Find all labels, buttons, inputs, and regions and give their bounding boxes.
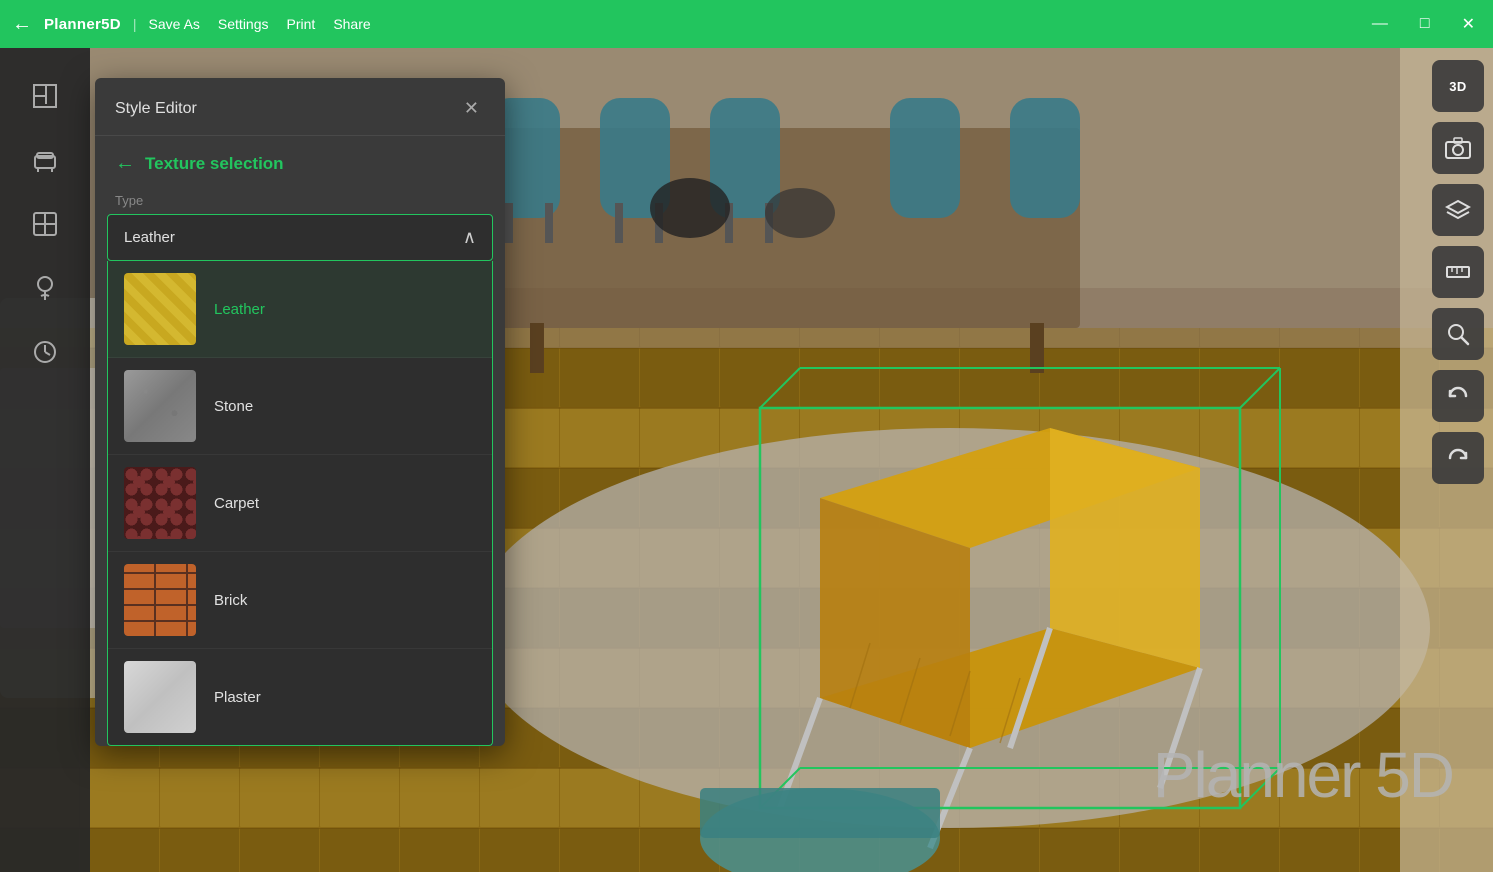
type-label: Type bbox=[95, 183, 505, 214]
minimize-button[interactable]: — bbox=[1366, 13, 1394, 35]
texture-back-button[interactable]: ← bbox=[115, 152, 135, 175]
texture-item-carpet[interactable]: Carpet bbox=[108, 455, 492, 552]
sidebar-item-furniture[interactable] bbox=[17, 132, 73, 188]
window-controls: — □ ✕ bbox=[1366, 12, 1481, 36]
sidebar-item-windows[interactable] bbox=[17, 196, 73, 252]
texture-selection-title: Texture selection bbox=[145, 154, 284, 174]
dropdown-row[interactable]: Leather ∧ bbox=[108, 215, 492, 260]
undo-button[interactable] bbox=[1432, 370, 1484, 422]
style-editor-header: Style Editor ✕ bbox=[95, 78, 505, 136]
redo-button[interactable] bbox=[1432, 432, 1484, 484]
left-sidebar bbox=[0, 48, 90, 872]
camera-button[interactable] bbox=[1432, 122, 1484, 174]
chevron-up-icon: ∧ bbox=[463, 227, 476, 248]
back-button[interactable]: ← bbox=[12, 13, 32, 36]
style-editor-close-button[interactable]: ✕ bbox=[458, 96, 485, 121]
texture-name-carpet: Carpet bbox=[214, 495, 259, 512]
title-bar: ← Planner5D | Save As Settings Print Sha… bbox=[0, 0, 1493, 48]
texture-thumb-plaster bbox=[124, 661, 196, 733]
texture-selection-header: ← Texture selection bbox=[95, 136, 505, 183]
menu-bar: Save As Settings Print Share bbox=[149, 16, 371, 32]
style-editor-title: Style Editor bbox=[115, 100, 197, 118]
title-separator: | bbox=[133, 16, 137, 32]
main-area: Planner 5D bbox=[0, 48, 1493, 872]
menu-settings[interactable]: Settings bbox=[218, 16, 269, 32]
texture-thumb-carpet bbox=[124, 467, 196, 539]
menu-share[interactable]: Share bbox=[333, 16, 370, 32]
app-name: Planner5D bbox=[44, 16, 121, 33]
texture-item-leather[interactable]: Leather bbox=[108, 261, 492, 358]
texture-thumb-stone bbox=[124, 370, 196, 442]
texture-name-stone: Stone bbox=[214, 398, 253, 415]
ruler-button[interactable] bbox=[1432, 246, 1484, 298]
menu-save-as[interactable]: Save As bbox=[149, 16, 200, 32]
style-editor-panel: Style Editor ✕ ← Texture selection Type … bbox=[95, 78, 505, 746]
texture-item-brick[interactable]: Brick bbox=[108, 552, 492, 649]
sidebar-item-floorplan[interactable] bbox=[17, 68, 73, 124]
close-button[interactable]: ✕ bbox=[1456, 12, 1481, 36]
layers-button[interactable] bbox=[1432, 184, 1484, 236]
texture-list: Leather Stone Carpet Brick Plaster bbox=[107, 261, 493, 746]
maximize-button[interactable]: □ bbox=[1414, 13, 1436, 35]
texture-item-stone[interactable]: Stone bbox=[108, 358, 492, 455]
texture-item-plaster[interactable]: Plaster bbox=[108, 649, 492, 745]
texture-name-leather: Leather bbox=[214, 301, 265, 318]
menu-print[interactable]: Print bbox=[287, 16, 316, 32]
texture-name-brick: Brick bbox=[214, 592, 247, 609]
dropdown-value: Leather bbox=[124, 229, 175, 246]
sidebar-item-history[interactable] bbox=[17, 324, 73, 380]
type-dropdown[interactable]: Leather ∧ bbox=[107, 214, 493, 261]
sidebar-item-plants[interactable] bbox=[17, 260, 73, 316]
texture-thumb-leather bbox=[124, 273, 196, 345]
texture-thumb-brick bbox=[124, 564, 196, 636]
right-sidebar: 3D bbox=[1423, 48, 1493, 872]
search-button[interactable] bbox=[1432, 308, 1484, 360]
3d-view-button[interactable]: 3D bbox=[1432, 60, 1484, 112]
texture-name-plaster: Plaster bbox=[214, 689, 261, 706]
